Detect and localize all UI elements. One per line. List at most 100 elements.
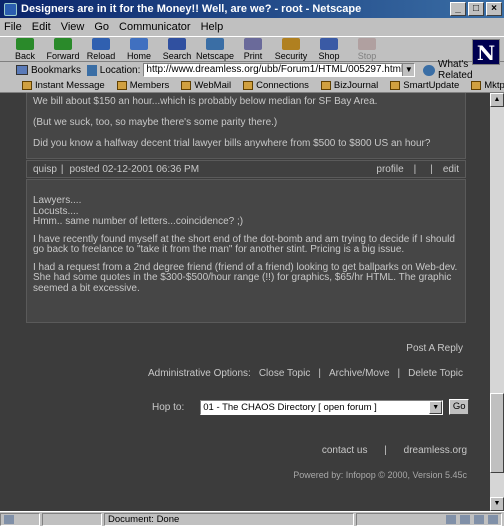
vertical-scrollbar[interactable]: ▲ ▼: [490, 93, 504, 511]
menu-bar: File Edit View Go Communicator Help: [0, 18, 504, 36]
post-date: posted 02-12-2001 06:36 PM: [69, 163, 200, 175]
window-title: Designers are in it for the Money!! Well…: [21, 3, 362, 15]
whats-related-icon: [423, 64, 436, 76]
shop-icon: [320, 38, 338, 50]
post-text: Lawyers....: [33, 195, 82, 206]
admin-options-label: Administrative Options:: [148, 368, 251, 379]
back-arrow-icon: [16, 38, 34, 50]
divider: |: [413, 163, 417, 175]
menu-go[interactable]: Go: [94, 21, 109, 33]
post-text: Did you know a halfway decent trial lawy…: [33, 138, 431, 149]
window-titlebar: Designers are in it for the Money!! Well…: [0, 0, 504, 18]
chevron-down-icon[interactable]: ▼: [429, 400, 443, 414]
menu-file[interactable]: File: [4, 21, 22, 33]
location-toolbar: Bookmarks Location: http://www.dreamless…: [0, 59, 504, 81]
back-button[interactable]: Back: [6, 37, 44, 61]
contact-us-link[interactable]: contact us: [322, 445, 368, 456]
post-author-link[interactable]: quisp: [33, 164, 57, 175]
stop-icon: [358, 38, 376, 50]
personal-smartupdate[interactable]: SmartUpdate: [390, 80, 459, 91]
netscape-icon: [206, 38, 224, 50]
menu-help[interactable]: Help: [201, 21, 224, 33]
stop-button[interactable]: Stop: [348, 37, 386, 61]
security-button[interactable]: Security: [272, 37, 310, 61]
page-proxy-icon[interactable]: [87, 64, 97, 76]
divider: |: [384, 445, 387, 456]
lock-icon: [282, 38, 300, 50]
divider: |: [430, 163, 433, 175]
reload-icon: [92, 38, 110, 50]
print-button[interactable]: Print: [234, 37, 272, 61]
location-label: Location:: [99, 64, 141, 76]
forward-arrow-icon: [54, 38, 72, 50]
reload-button[interactable]: Reload: [82, 37, 120, 61]
close-button[interactable]: ×: [486, 2, 502, 16]
security-status-icon[interactable]: [0, 512, 40, 526]
discussion-icon[interactable]: [488, 514, 498, 524]
forward-button[interactable]: Forward: [44, 37, 82, 61]
menu-communicator[interactable]: Communicator: [119, 21, 191, 33]
bookmark-icon: [320, 80, 331, 90]
personal-bizjournal[interactable]: BizJournal: [320, 80, 378, 91]
bookmarks-button[interactable]: Bookmarks: [16, 65, 81, 76]
minimize-button[interactable]: _: [450, 2, 466, 16]
bookmark-icon: [181, 80, 192, 90]
progress-bar: [42, 512, 102, 526]
bookmark-icon: [243, 80, 254, 90]
post-text: Hmm.. same number of letters...coinciden…: [33, 216, 244, 227]
personal-members[interactable]: Members: [116, 80, 169, 91]
menu-edit[interactable]: Edit: [32, 21, 51, 33]
edit-link[interactable]: edit: [443, 164, 459, 175]
footer-links: contact us | dreamless.org: [314, 445, 467, 456]
netscape-button[interactable]: Netscape: [196, 37, 234, 61]
post-reply-link[interactable]: Post A Reply: [406, 343, 463, 354]
close-topic-link[interactable]: Close Topic: [259, 368, 311, 379]
mail-icon[interactable]: [460, 514, 470, 524]
personal-instant-message[interactable]: Instant Message: [22, 80, 105, 91]
site-link[interactable]: dreamless.org: [404, 445, 467, 456]
personal-mktplace[interactable]: Mktplace: [471, 80, 504, 91]
home-button[interactable]: Home: [120, 37, 158, 61]
hop-to-label: Hop to:: [152, 401, 185, 413]
bookmark-icon: [116, 80, 127, 90]
personal-webmail[interactable]: WebMail: [181, 80, 231, 91]
archive-move-link[interactable]: Archive/Move: [329, 368, 390, 379]
scroll-thumb[interactable]: [490, 393, 504, 473]
navigator-icon[interactable]: [446, 514, 456, 524]
post-text: I had a request from a 2nd degree friend…: [33, 261, 458, 294]
shop-button[interactable]: Shop: [310, 37, 348, 61]
post-header: quisp | posted 02-12-2001 06:36 PM profi…: [26, 160, 466, 178]
status-text: Document: Done: [104, 512, 354, 526]
admin-options: Administrative Options: Close Topic | Ar…: [148, 368, 471, 379]
home-icon: [130, 38, 148, 50]
composer-icon[interactable]: [474, 514, 484, 524]
bookmark-icon: [390, 80, 401, 90]
post-body: Lawyers.... Locusts.... Hmm.. same numbe…: [26, 179, 466, 323]
divider: |: [318, 368, 321, 379]
divider: |: [60, 163, 64, 175]
powered-by-text: Powered by: Infopop © 2000, Version 5.45…: [293, 470, 467, 480]
url-field[interactable]: http://www.dreamless.org/ubb/Forum1/HTML…: [143, 63, 416, 77]
print-icon: [244, 38, 262, 50]
go-button[interactable]: Go: [449, 399, 470, 415]
divider: |: [397, 368, 401, 379]
menu-view[interactable]: View: [61, 21, 85, 33]
search-button[interactable]: Search: [158, 37, 196, 61]
profile-link[interactable]: profile: [376, 164, 403, 175]
post-text: I have recently found myself at the shor…: [33, 233, 455, 255]
post-text: We bill about $150 an hour...which is pr…: [33, 96, 378, 107]
component-bar: [356, 512, 502, 526]
search-icon: [168, 38, 186, 50]
delete-topic-link[interactable]: Delete Topic: [408, 368, 463, 379]
url-dropdown-icon[interactable]: ▼: [402, 64, 415, 76]
bookmark-icon: [471, 80, 482, 90]
netscape-app-icon: [4, 2, 17, 16]
maximize-button[interactable]: □: [468, 2, 484, 16]
personal-connections[interactable]: Connections: [243, 80, 309, 91]
post-body-previous: We bill about $150 an hour...which is pr…: [26, 93, 466, 159]
scroll-up-icon[interactable]: ▲: [490, 93, 504, 107]
hop-to-form: Hop to: 01 - The CHAOS Directory [ open …: [152, 399, 470, 415]
scroll-down-icon[interactable]: ▼: [490, 497, 504, 511]
forum-select[interactable]: 01 - The CHAOS Directory [ open forum ] …: [200, 399, 444, 415]
bookmarks-icon: [16, 65, 28, 75]
